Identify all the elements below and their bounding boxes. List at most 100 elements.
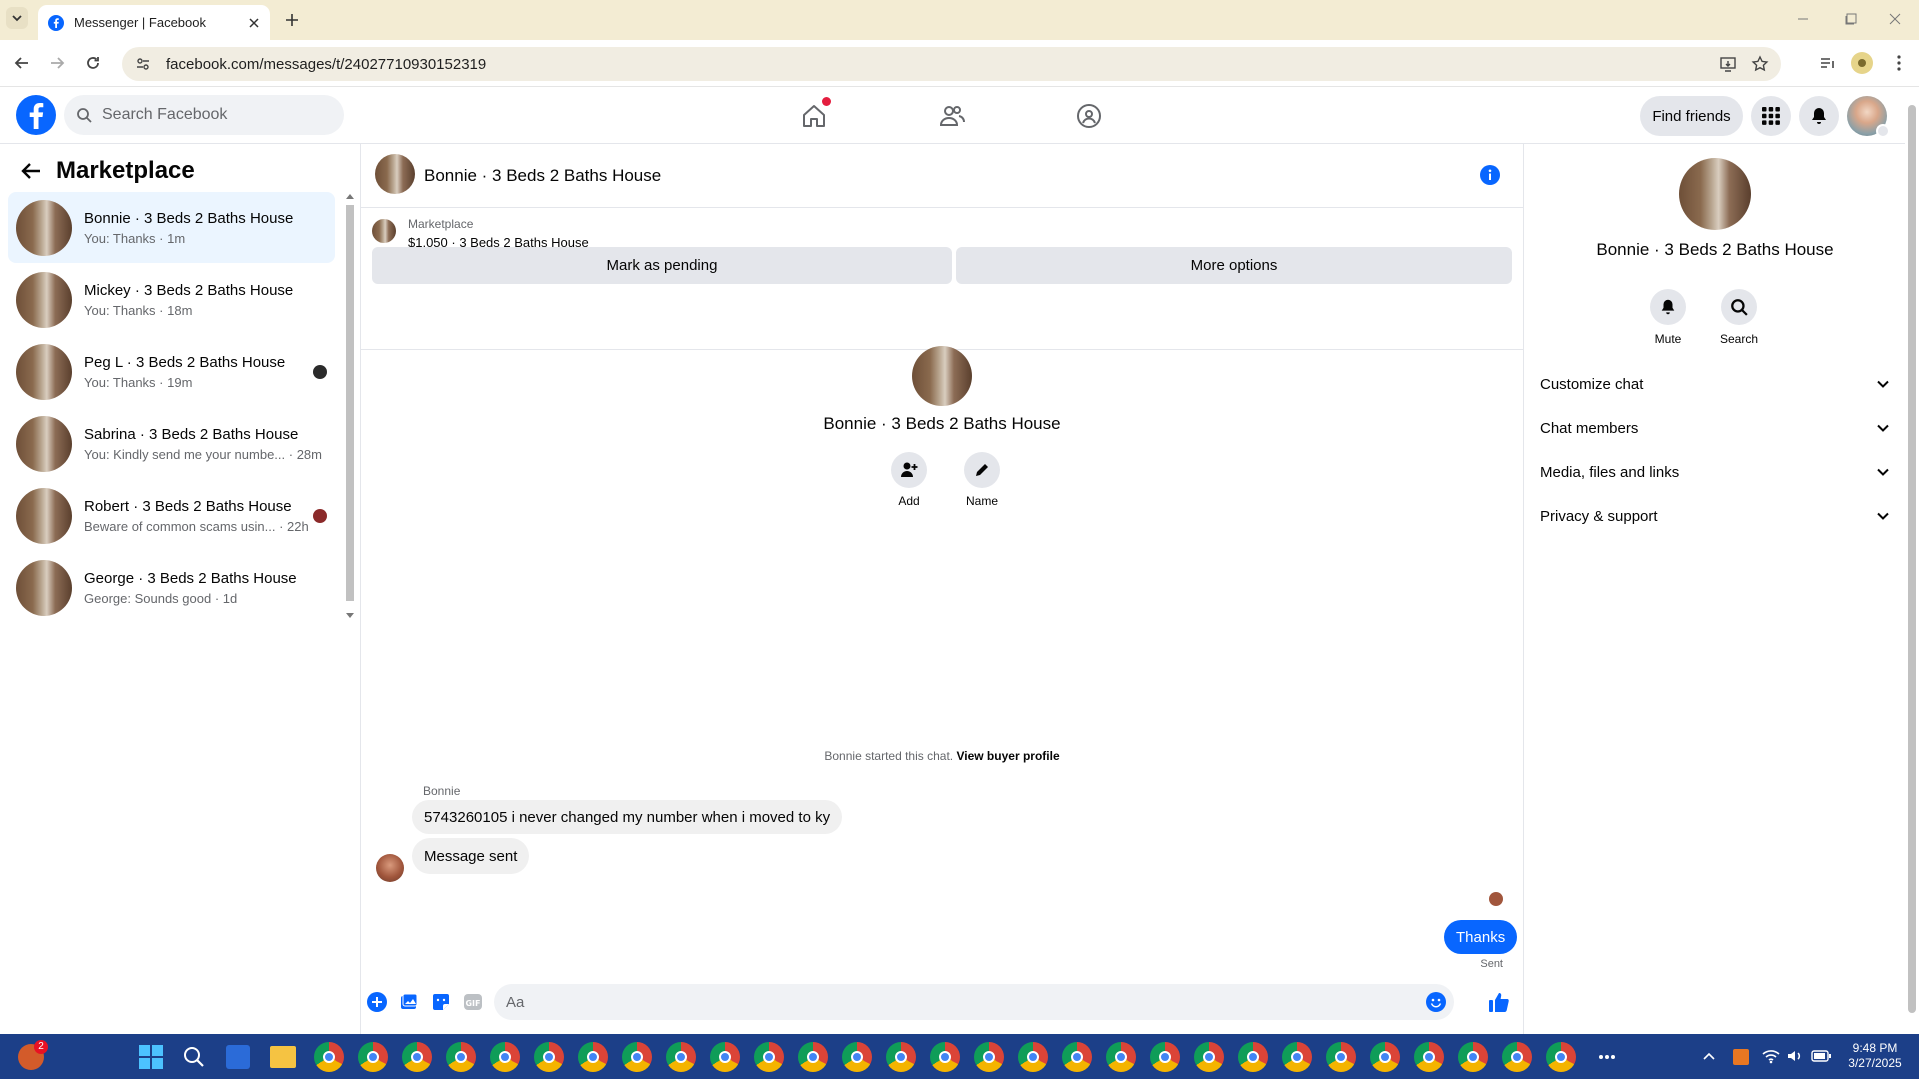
taskbar-chrome-window-button[interactable] bbox=[1546, 1042, 1576, 1072]
conversation-item[interactable]: George · 3 Beds 2 Baths House George: Sou… bbox=[8, 552, 335, 623]
conversation-item[interactable]: Peg L · 3 Beds 2 Baths House You: Thanks … bbox=[8, 336, 335, 407]
tray-app-icon[interactable] bbox=[1733, 1049, 1749, 1065]
conversation-info-button[interactable] bbox=[1480, 165, 1500, 185]
view-buyer-profile-link[interactable]: View buyer profile bbox=[956, 749, 1059, 763]
taskbar-chrome-window-button[interactable] bbox=[1194, 1042, 1224, 1072]
taskbar-chrome-window-button[interactable] bbox=[1502, 1042, 1532, 1072]
taskbar-chrome-window-button[interactable] bbox=[1370, 1042, 1400, 1072]
nav-groups[interactable] bbox=[1072, 99, 1106, 133]
gif-button[interactable]: GIF bbox=[463, 992, 483, 1012]
add-people-button[interactable]: Add bbox=[887, 452, 931, 508]
taskbar-chrome-window-button[interactable] bbox=[1238, 1042, 1268, 1072]
start-button[interactable] bbox=[139, 1045, 163, 1069]
taskbar-chrome-window-button[interactable] bbox=[1282, 1042, 1312, 1072]
site-info-icon[interactable] bbox=[134, 55, 152, 73]
taskbar-chrome-window-button[interactable] bbox=[974, 1042, 1004, 1072]
attach-photo-button[interactable] bbox=[399, 992, 419, 1012]
taskbar-chrome-window-button[interactable] bbox=[666, 1042, 696, 1072]
media-controls-button[interactable] bbox=[1812, 48, 1842, 78]
incoming-message[interactable]: Message sent bbox=[412, 838, 530, 874]
wifi-icon[interactable] bbox=[1762, 1048, 1780, 1064]
listing-banner-thumbnail[interactable] bbox=[372, 219, 396, 243]
profile-avatar[interactable] bbox=[912, 346, 972, 406]
facebook-search-input[interactable]: Search Facebook bbox=[64, 95, 344, 135]
nav-home[interactable] bbox=[797, 97, 831, 133]
task-view-button[interactable] bbox=[226, 1045, 250, 1069]
find-friends-button[interactable]: Find friends bbox=[1640, 96, 1743, 136]
taskbar-chrome-window-button[interactable] bbox=[358, 1042, 388, 1072]
volume-icon[interactable] bbox=[1786, 1048, 1804, 1064]
like-button[interactable] bbox=[1488, 991, 1510, 1013]
menu-button[interactable] bbox=[1751, 96, 1791, 136]
taskbar-chrome-window-button[interactable] bbox=[1458, 1042, 1488, 1072]
taskbar-chrome-window-button[interactable] bbox=[710, 1042, 740, 1072]
search-in-conversation-button[interactable]: Search bbox=[1714, 289, 1764, 346]
taskbar-chrome-window-button[interactable] bbox=[886, 1042, 916, 1072]
file-explorer-button[interactable] bbox=[270, 1046, 296, 1068]
accordion-media-files-links[interactable]: Media, files and links bbox=[1540, 457, 1890, 487]
taskbar-chrome-window-button[interactable] bbox=[842, 1042, 872, 1072]
account-avatar[interactable] bbox=[1847, 96, 1890, 138]
taskbar-chrome-window-button[interactable] bbox=[534, 1042, 564, 1072]
show-more-apps-button[interactable] bbox=[1598, 1054, 1616, 1060]
taskbar-chrome-window-button[interactable] bbox=[622, 1042, 652, 1072]
install-app-icon[interactable] bbox=[1719, 55, 1737, 73]
battery-icon[interactable] bbox=[1811, 1049, 1831, 1063]
mute-button[interactable]: Mute bbox=[1646, 289, 1690, 346]
sender-avatar[interactable] bbox=[376, 854, 404, 882]
browser-tab-messenger[interactable]: Messenger | Facebook bbox=[38, 5, 270, 40]
notifications-button[interactable] bbox=[1799, 96, 1839, 136]
more-actions-button[interactable] bbox=[367, 992, 387, 1012]
chat-header-avatar[interactable] bbox=[375, 154, 415, 194]
taskbar-chrome-window-button[interactable] bbox=[1062, 1042, 1092, 1072]
taskbar-chrome-window-button[interactable] bbox=[798, 1042, 828, 1072]
taskbar-chrome-window-button[interactable] bbox=[930, 1042, 960, 1072]
page-scroll-thumb[interactable] bbox=[1908, 105, 1916, 1013]
conversation-item[interactable]: Mickey · 3 Beds 2 Baths House You: Thanks… bbox=[8, 264, 335, 335]
message-input[interactable]: Aa bbox=[494, 984, 1454, 1020]
bookmark-star-icon[interactable] bbox=[1751, 55, 1769, 73]
emoji-icon[interactable] bbox=[1426, 992, 1446, 1012]
nav-friends[interactable] bbox=[935, 99, 969, 133]
chat-title[interactable]: Bonnie · 3 Beds 2 Baths House bbox=[424, 166, 661, 186]
details-avatar[interactable] bbox=[1679, 158, 1751, 230]
taskbar-chrome-window-button[interactable] bbox=[1414, 1042, 1444, 1072]
accordion-privacy-support[interactable]: Privacy & support bbox=[1540, 501, 1890, 531]
taskbar-chrome-window-button[interactable] bbox=[754, 1042, 784, 1072]
tab-search-button[interactable] bbox=[6, 7, 28, 29]
taskbar-chrome-window-button[interactable] bbox=[1150, 1042, 1180, 1072]
clock[interactable]: 9:48 PM 3/27/2025 bbox=[1840, 1041, 1910, 1071]
conversation-item[interactable]: Bonnie · 3 Beds 2 Baths House You: Thanks… bbox=[8, 192, 335, 263]
taskbar-chrome-window-button[interactable] bbox=[578, 1042, 608, 1072]
forward-button[interactable] bbox=[42, 48, 72, 78]
minimize-button[interactable] bbox=[1796, 12, 1810, 26]
taskbar-chrome-window-button[interactable] bbox=[314, 1042, 344, 1072]
close-window-button[interactable] bbox=[1888, 12, 1902, 26]
more-options-button[interactable]: More options bbox=[956, 247, 1512, 284]
back-button[interactable] bbox=[20, 160, 44, 184]
outgoing-message[interactable]: Thanks bbox=[1444, 920, 1518, 954]
address-bar[interactable]: facebook.com/messages/t/2402771093015231… bbox=[122, 47, 1781, 81]
conversation-item[interactable]: Robert · 3 Beds 2 Baths House Beware of c… bbox=[8, 480, 335, 551]
scroll-up-arrow[interactable] bbox=[346, 194, 354, 199]
name-chat-button[interactable]: Name bbox=[957, 452, 1007, 508]
incoming-message[interactable]: 5743260105 i never changed my number whe… bbox=[412, 800, 843, 834]
new-tab-button[interactable] bbox=[282, 10, 302, 30]
facebook-logo[interactable] bbox=[16, 95, 56, 135]
scroll-down-arrow[interactable] bbox=[346, 613, 354, 618]
accordion-customize-chat[interactable]: Customize chat bbox=[1540, 369, 1890, 399]
mark-as-pending-button[interactable]: Mark as pending bbox=[372, 247, 952, 284]
back-button[interactable] bbox=[7, 48, 37, 78]
conversation-item[interactable]: Sabrina · 3 Beds 2 Baths House You: Kindl… bbox=[8, 408, 335, 479]
taskbar-chrome-window-button[interactable] bbox=[1106, 1042, 1136, 1072]
scroll-thumb[interactable] bbox=[346, 205, 354, 601]
sticker-button[interactable] bbox=[431, 992, 451, 1012]
taskbar-search-button[interactable] bbox=[182, 1045, 206, 1069]
page-scrollbar[interactable] bbox=[1905, 87, 1919, 1034]
close-tab-icon[interactable] bbox=[248, 17, 260, 29]
taskbar-chrome-window-button[interactable] bbox=[1018, 1042, 1048, 1072]
browser-menu-button[interactable] bbox=[1884, 48, 1914, 78]
reload-button[interactable] bbox=[78, 48, 108, 78]
taskbar-chrome-window-button[interactable] bbox=[402, 1042, 432, 1072]
profile-button[interactable] bbox=[1847, 48, 1877, 78]
